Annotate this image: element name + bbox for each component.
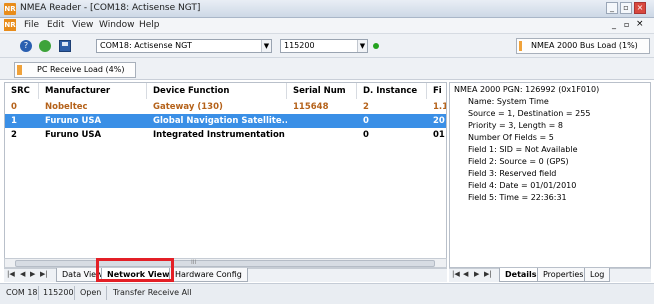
cell-device-function: Global Navigation Satellite...	[153, 116, 287, 126]
details-line: Priority = 3, Length = 8	[468, 121, 563, 130]
details-line: Source = 1, Destination = 255	[468, 109, 591, 118]
column-header-serial-num[interactable]: Serial Num	[287, 83, 357, 99]
details-line: Number Of Fields = 5	[468, 133, 554, 142]
details-line: Field 4: Date = 01/01/2010	[468, 181, 577, 190]
column-header-device-function[interactable]: Device Function	[147, 83, 287, 99]
cell-manufacturer: Nobeltec	[45, 102, 88, 112]
connection-status-icon	[373, 43, 379, 49]
help-icon[interactable]: ?	[20, 40, 32, 52]
window-title: NMEA Reader - [COM18: Actisense NGT]	[20, 3, 201, 13]
window-restore-button[interactable]: ▫	[620, 2, 632, 14]
horizontal-scrollbar[interactable]: III	[4, 258, 447, 268]
status-baud: 115200	[43, 288, 74, 297]
port-select-value: COM18: Actisense NGT	[100, 41, 192, 50]
bus-load-label: NMEA 2000 Bus Load (1%)	[531, 41, 638, 50]
status-state: Open	[80, 288, 102, 297]
menu-window[interactable]: Window	[99, 20, 135, 30]
scrollbar-grip: III	[191, 259, 197, 266]
document-icon[interactable]: NR	[4, 19, 16, 31]
details-pane: NMEA 2000 PGN: 126992 (0x1F010) Name: Sy…	[449, 82, 651, 268]
bus-load-fill	[519, 41, 522, 51]
cell-manufacturer: Furuno USA	[45, 116, 102, 126]
table-row[interactable]: 2 Furuno USA Integrated Instrumentation …	[5, 128, 446, 142]
baud-select[interactable]: 115200 ▼	[280, 39, 368, 53]
tab-hardware-config[interactable]: Hardware Config	[169, 268, 248, 282]
details-line: Field 1: SID = Not Available	[468, 145, 578, 154]
bus-load-indicator: NMEA 2000 Bus Load (1%)	[516, 38, 650, 54]
tab-next-icon[interactable]: ▶	[474, 270, 479, 278]
window-minimize-button[interactable]: _	[606, 2, 618, 14]
cell-src: 0	[11, 102, 17, 112]
cell-d-instance: 0	[363, 116, 369, 126]
chevron-down-icon: ▼	[261, 40, 271, 52]
pc-load-indicator: PC Receive Load (4%)	[14, 62, 136, 78]
details-pgn: NMEA 2000 PGN: 126992 (0x1F010)	[454, 85, 600, 94]
cell-firmware: 01	[433, 130, 445, 140]
tab-last-icon[interactable]: ▶|	[40, 270, 48, 278]
cell-serial-num: 115648	[293, 102, 329, 112]
scrollbar-thumb[interactable]	[15, 260, 435, 267]
mdi-minimize-button[interactable]: _	[612, 20, 616, 29]
app-icon: NR	[4, 3, 16, 15]
column-header-src[interactable]: SRC	[5, 83, 39, 99]
refresh-icon[interactable]	[39, 40, 51, 52]
details-line: Field 2: Source = 0 (GPS)	[468, 157, 569, 166]
menu-edit[interactable]: Edit	[47, 20, 64, 30]
status-divider	[38, 286, 39, 300]
mdi-restore-button[interactable]: ▫	[624, 20, 629, 29]
tab-properties[interactable]: Properties	[537, 268, 590, 282]
pc-load-fill	[17, 65, 22, 75]
annotation-highlight-box	[96, 258, 174, 282]
chevron-down-icon: ▼	[357, 40, 367, 52]
pc-load-label: PC Receive Load (4%)	[37, 65, 125, 74]
cell-device-function: Integrated Instrumentation ...	[153, 130, 287, 140]
column-header-firmware[interactable]: Fi	[427, 83, 446, 99]
status-divider	[74, 286, 75, 300]
tab-first-icon[interactable]: |◀	[7, 270, 15, 278]
table-row-selected[interactable]: 1 Furuno USA Global Navigation Satellite…	[5, 114, 446, 128]
column-header-d-instance[interactable]: D. Instance	[357, 83, 427, 99]
details-line: Field 5: Time = 22:36:31	[468, 193, 567, 202]
tab-prev-icon[interactable]: ◀	[20, 270, 25, 278]
tab-first-icon[interactable]: |◀	[452, 270, 460, 278]
network-grid: SRC Manufacturer Device Function Serial …	[4, 82, 447, 267]
tab-prev-icon[interactable]: ◀	[463, 270, 468, 278]
status-divider	[106, 286, 107, 300]
column-header-manufacturer[interactable]: Manufacturer	[39, 83, 147, 99]
status-port: COM 18	[6, 288, 38, 297]
cell-d-instance: 2	[363, 102, 369, 112]
mdi-close-button[interactable]: ×	[636, 19, 644, 29]
port-select[interactable]: COM18: Actisense NGT ▼	[96, 39, 272, 53]
cell-firmware: 1.1	[433, 102, 447, 112]
tab-details[interactable]: Details	[499, 268, 543, 282]
cell-d-instance: 0	[363, 130, 369, 140]
menu-view[interactable]: View	[72, 20, 93, 30]
menu-help[interactable]: Help	[139, 20, 160, 30]
window-close-button[interactable]: ×	[634, 2, 646, 14]
cell-manufacturer: Furuno USA	[45, 130, 102, 140]
cell-serial-num	[287, 128, 357, 142]
status-mode: Transfer Receive All	[113, 288, 192, 297]
baud-select-value: 115200	[284, 41, 315, 50]
details-line: Name: System Time	[468, 97, 549, 106]
details-line: Field 3: Reserved field	[468, 169, 557, 178]
cell-src: 2	[11, 130, 17, 140]
tab-last-icon[interactable]: ▶|	[484, 270, 492, 278]
tab-log[interactable]: Log	[584, 268, 611, 282]
cell-device-function: Gateway (130)	[153, 102, 223, 112]
cell-src: 1	[11, 116, 17, 126]
cell-firmware: 20	[433, 116, 445, 126]
save-icon[interactable]	[59, 40, 71, 52]
menu-file[interactable]: File	[24, 20, 39, 30]
tab-next-icon[interactable]: ▶	[30, 270, 35, 278]
table-row[interactable]: 0 Nobeltec Gateway (130) 115648 2 1.1	[5, 100, 446, 114]
cell-serial-num	[287, 114, 357, 128]
